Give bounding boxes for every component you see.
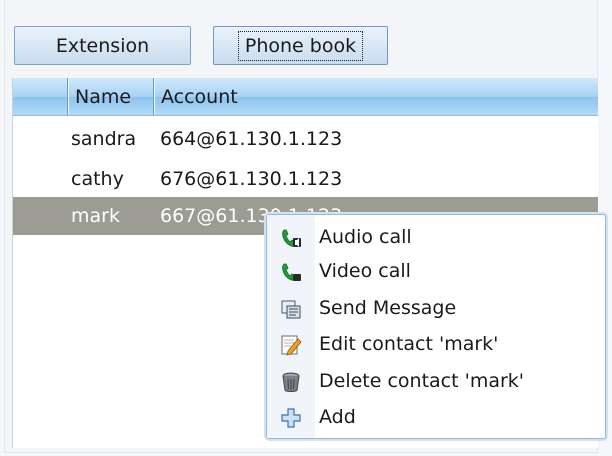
menu-item-audio-call[interactable]: Audio call <box>267 220 605 254</box>
trash-icon <box>280 371 302 393</box>
menu-item-delete-contact[interactable]: Delete contact 'mark' <box>267 364 605 398</box>
table-row[interactable]: sandra 664@61.130.1.123 <box>13 120 598 158</box>
contact-name: cathy <box>71 168 124 190</box>
tab-phone-book[interactable]: Phone book <box>213 26 388 65</box>
contact-account: 664@61.130.1.123 <box>160 128 343 150</box>
column-header-name[interactable]: Name <box>68 78 154 115</box>
tab-phone-book-label: Phone book <box>237 30 364 61</box>
contact-name: mark <box>71 205 120 227</box>
contact-name: sandra <box>71 128 137 150</box>
phone-audio-icon <box>280 227 302 249</box>
table-row[interactable]: cathy 676@61.130.1.123 <box>13 160 598 198</box>
tab-extension-label: Extension <box>55 34 150 57</box>
menu-item-add[interactable]: Add <box>267 400 605 434</box>
edit-icon <box>280 334 302 356</box>
menu-item-edit-contact[interactable]: Edit contact 'mark' <box>267 327 605 361</box>
context-menu: Audio call Video call Send Message Edit … <box>266 214 606 439</box>
tab-extension[interactable]: Extension <box>14 26 191 65</box>
contact-account: 676@61.130.1.123 <box>160 168 343 190</box>
menu-item-video-call[interactable]: Video call <box>267 254 605 288</box>
column-header-blank[interactable] <box>13 78 68 115</box>
phone-video-icon <box>280 261 302 283</box>
add-icon <box>280 407 302 429</box>
message-icon <box>280 298 302 320</box>
menu-item-send-message[interactable]: Send Message <box>267 291 605 325</box>
list-header: Name Account <box>13 78 598 116</box>
column-header-account[interactable]: Account <box>154 78 598 115</box>
